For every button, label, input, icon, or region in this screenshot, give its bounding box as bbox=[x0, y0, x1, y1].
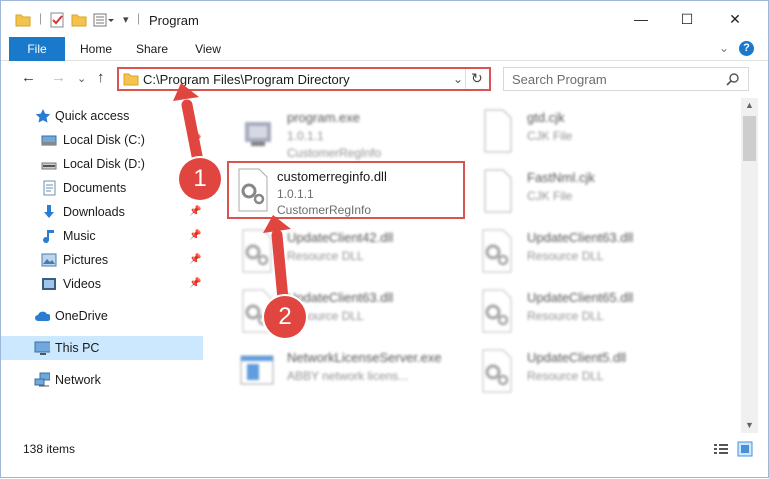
annotation-overlay bbox=[173, 83, 291, 305]
arrow-1 bbox=[173, 83, 205, 172]
step-badge-1: 1 bbox=[179, 158, 221, 200]
explorer-window: | ▾ | Program — ☐ ✕ File Home Share View… bbox=[0, 0, 769, 478]
step-badge-2: 2 bbox=[264, 296, 306, 338]
arrow-2 bbox=[263, 215, 291, 305]
